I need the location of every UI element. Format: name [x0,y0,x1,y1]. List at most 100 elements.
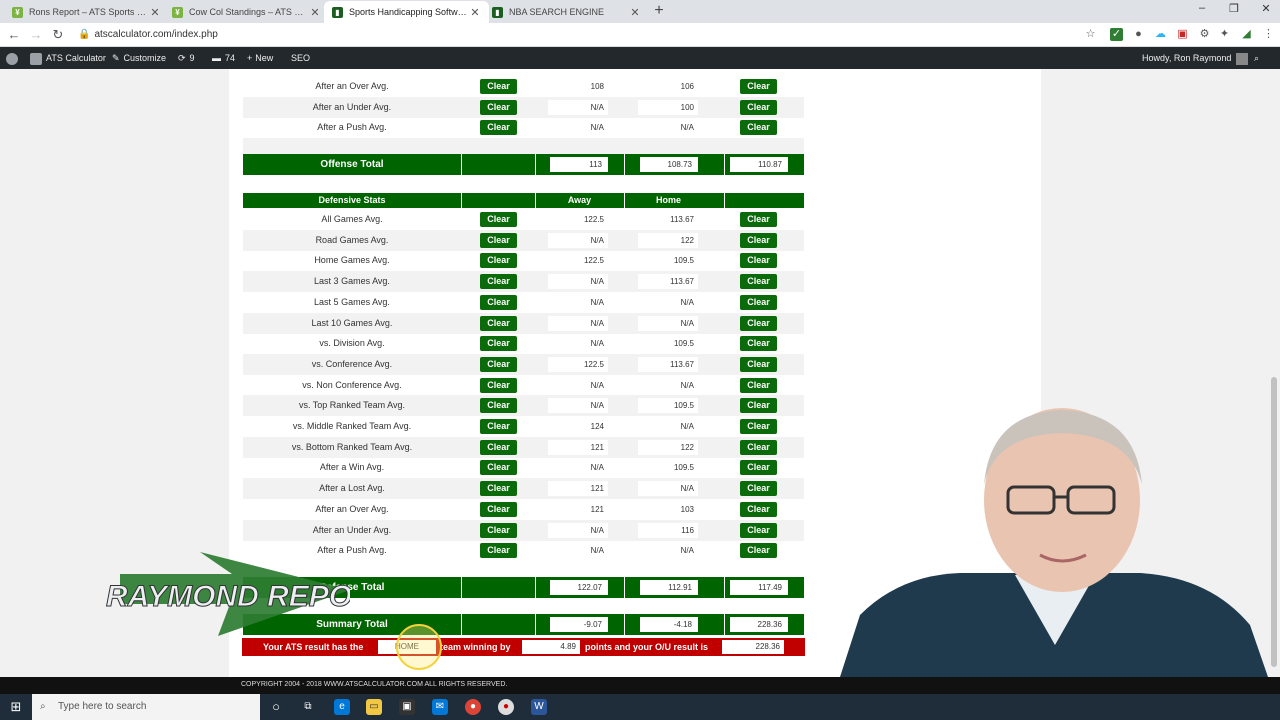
away-value[interactable]: 108 [548,79,608,94]
cloud-extension-icon[interactable]: ☁ [1154,28,1167,41]
home-value[interactable]: N/A [638,120,698,135]
away-value[interactable]: N/A [548,460,608,475]
clear-home-button[interactable]: Clear [740,336,777,351]
clear-away-button[interactable]: Clear [480,336,517,351]
away-value[interactable]: N/A [548,295,608,310]
chart-extension-icon[interactable]: ◢ [1240,28,1253,41]
offense-total-home[interactable]: 108.73 [640,157,698,172]
away-value[interactable]: N/A [548,523,608,538]
home-value[interactable]: N/A [638,543,698,558]
close-tab-icon[interactable]: ✕ [149,6,161,19]
back-icon[interactable]: ← [6,27,22,43]
menu-kebab-icon[interactable]: ⋮ [1262,28,1275,41]
away-value[interactable]: 122.5 [548,212,608,227]
windows-start-icon[interactable]: ⊞ [8,699,24,715]
minimize-icon[interactable]: – [1188,2,1216,14]
away-value[interactable]: N/A [548,100,608,115]
wp-new[interactable]: + New [247,47,273,69]
away-value[interactable]: N/A [548,543,608,558]
summary-total-away[interactable]: -9.07 [550,617,608,632]
clear-away-button[interactable]: Clear [480,378,517,393]
away-value[interactable]: N/A [548,274,608,289]
clear-away-button[interactable]: Clear [480,316,517,331]
home-value[interactable]: 109.5 [638,253,698,268]
clear-away-button[interactable]: Clear [480,120,517,135]
clear-home-button[interactable]: Clear [740,120,777,135]
clear-away-button[interactable]: Clear [480,398,517,413]
home-value[interactable]: N/A [638,316,698,331]
close-window-icon[interactable]: ✕ [1252,2,1280,15]
clear-home-button[interactable]: Clear [740,378,777,393]
maximize-icon[interactable]: ❐ [1220,2,1248,15]
home-value[interactable]: N/A [638,419,698,434]
store-icon[interactable]: ▣ [399,699,415,715]
home-value[interactable]: 103 [638,502,698,517]
away-value[interactable]: 121 [548,440,608,455]
clear-home-button[interactable]: Clear [740,502,777,517]
clear-home-button[interactable]: Clear [740,274,777,289]
home-value[interactable]: 113.67 [638,357,698,372]
clear-home-button[interactable]: Clear [740,419,777,434]
calendar-extension-icon[interactable]: ▣ [1176,28,1189,41]
tab-cow-col-standings[interactable]: ¥ Cow Col Standings – ATS Sports ✕ [164,1,329,23]
tab-sports-handicapping[interactable]: ▮ Sports Handicapping Software - ✕ [324,1,489,23]
wp-customize[interactable]: ✎ Customize [112,47,166,69]
away-value[interactable]: N/A [548,398,608,413]
offense-total-away[interactable]: 113 [550,157,608,172]
wp-comments[interactable]: ▬ 74 [212,47,235,69]
away-value[interactable]: N/A [548,378,608,393]
away-value[interactable]: N/A [548,120,608,135]
clear-away-button[interactable]: Clear [480,481,517,496]
clear-home-button[interactable]: Clear [740,523,777,538]
clear-home-button[interactable]: Clear [740,233,777,248]
defense-total-sum[interactable]: 117.49 [730,580,788,595]
away-value[interactable]: N/A [548,233,608,248]
bookmark-star-icon[interactable]: ☆ [1084,28,1097,41]
home-value[interactable]: 109.5 [638,398,698,413]
clear-away-button[interactable]: Clear [480,543,517,558]
clear-away-button[interactable]: Clear [480,212,517,227]
clear-away-button[interactable]: Clear [480,253,517,268]
clear-home-button[interactable]: Clear [740,79,777,94]
clear-home-button[interactable]: Clear [740,316,777,331]
away-value[interactable]: N/A [548,316,608,331]
url-field[interactable]: 🔒 atscalculator.com/index.php [78,26,218,44]
new-tab-icon[interactable]: + [650,2,668,20]
clear-away-button[interactable]: Clear [480,274,517,289]
clear-away-button[interactable]: Clear [480,502,517,517]
file-explorer-icon[interactable]: ▭ [366,699,382,715]
close-tab-icon[interactable]: ✕ [629,6,641,19]
recorder-icon[interactable]: ● [498,699,514,715]
chrome-icon[interactable]: ● [465,699,481,715]
home-value[interactable]: N/A [638,481,698,496]
clear-home-button[interactable]: Clear [740,212,777,227]
away-value[interactable]: 122.5 [548,357,608,372]
defense-total-away[interactable]: 122.07 [550,580,608,595]
scrollbar[interactable] [1268,69,1280,677]
home-value[interactable]: 106 [638,79,698,94]
wp-site-name[interactable]: ATS Calculator [30,47,106,69]
wp-seo[interactable]: SEO [291,47,310,69]
close-tab-icon[interactable]: ✕ [469,6,481,19]
wordpress-logo-icon[interactable] [6,47,22,69]
home-value[interactable]: 122 [638,233,698,248]
clear-home-button[interactable]: Clear [740,357,777,372]
wp-updates[interactable]: ⟳ 9 [178,47,195,69]
result-margin-field[interactable]: 4.89 [522,640,580,654]
clear-away-button[interactable]: Clear [480,79,517,94]
clear-away-button[interactable]: Clear [480,233,517,248]
wp-howdy[interactable]: Howdy, Ron Raymond [1142,47,1249,69]
away-value[interactable]: 121 [548,481,608,496]
clear-away-button[interactable]: Clear [480,357,517,372]
mail-icon[interactable]: ✉ [432,699,448,715]
forward-icon[interactable]: → [28,27,44,43]
tab-rons-report[interactable]: ¥ Rons Report – ATS Sports Betting ✕ [4,1,169,23]
gear-extension-icon[interactable]: ⚙ [1198,28,1211,41]
task-view-icon[interactable]: ⧉ [300,699,316,715]
github-extension-icon[interactable]: ● [1132,28,1145,41]
tab-nba-search-engine[interactable]: ▮ NBA SEARCH ENGINE ✕ [484,1,649,23]
clear-home-button[interactable]: Clear [740,481,777,496]
check-extension-icon[interactable]: ✓ [1110,28,1123,41]
reload-icon[interactable]: ↻ [50,27,66,43]
scrollbar-thumb[interactable] [1271,377,1277,667]
